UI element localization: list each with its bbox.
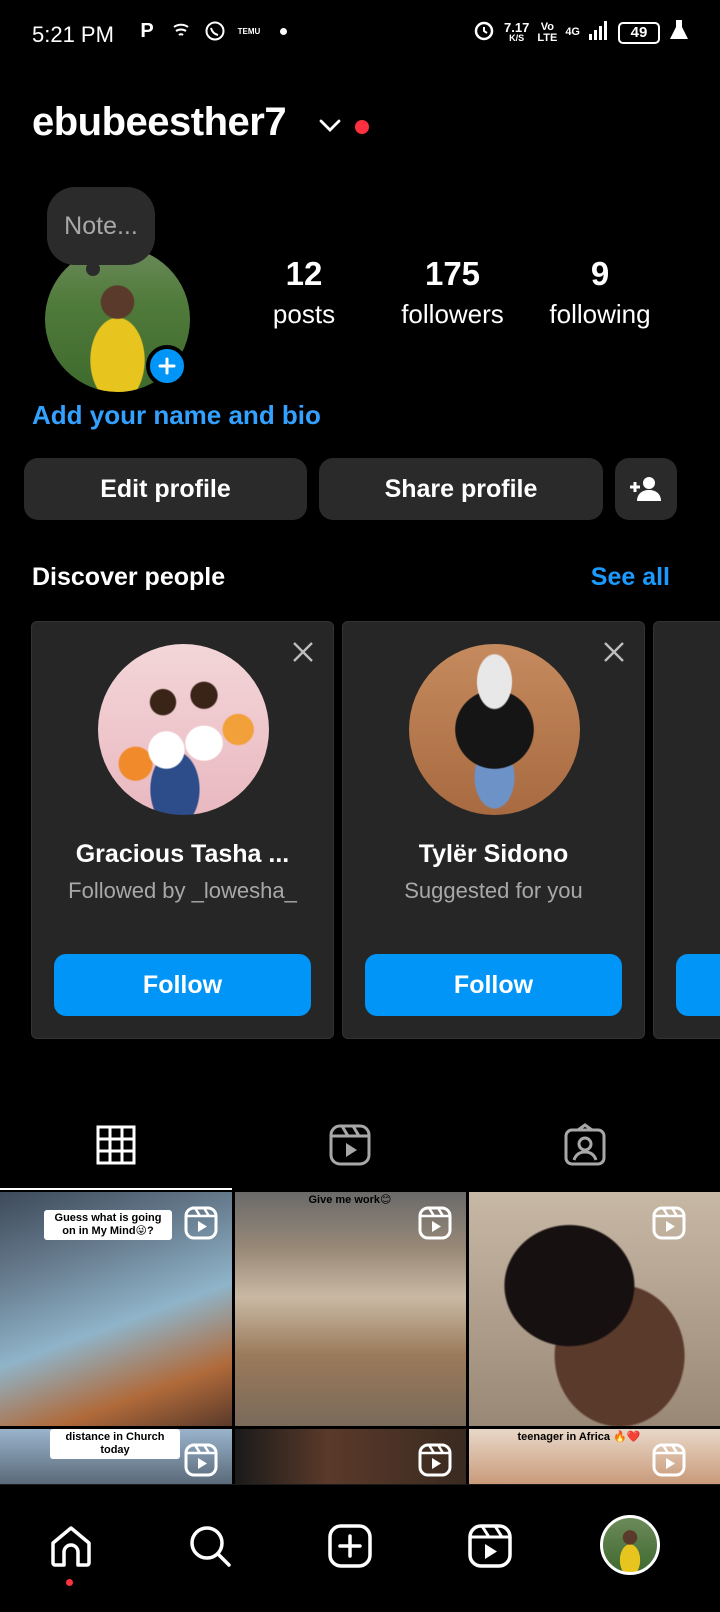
create-icon bbox=[328, 1524, 372, 1568]
alarm-icon bbox=[472, 18, 496, 47]
stat-posts[interactable]: 12 posts bbox=[263, 255, 345, 330]
whatsapp-icon bbox=[204, 20, 226, 42]
post-thumbnail[interactable] bbox=[469, 1192, 720, 1426]
tab-grid[interactable] bbox=[86, 1118, 146, 1172]
nav-search[interactable] bbox=[183, 1519, 237, 1573]
close-icon[interactable] bbox=[289, 638, 317, 666]
reels-icon bbox=[468, 1524, 512, 1568]
search-icon bbox=[190, 1526, 231, 1567]
post-caption: Guess what is going on in My Mind😜? bbox=[44, 1210, 172, 1240]
tab-tagged[interactable] bbox=[555, 1118, 615, 1172]
stat-following[interactable]: 9 following bbox=[540, 255, 660, 330]
stat-following-value: 9 bbox=[590, 255, 610, 292]
flask-icon bbox=[668, 18, 690, 47]
battery-indicator: 49 bbox=[618, 21, 660, 44]
discover-people-title: Discover people bbox=[32, 563, 226, 591]
network-speed: 7.17 K/S bbox=[504, 19, 530, 43]
reel-icon bbox=[418, 1206, 454, 1242]
notification-dot bbox=[355, 120, 369, 134]
post-thumbnail[interactable]: Guess what is going on in My Mind😜? bbox=[0, 1192, 232, 1426]
see-all-link[interactable]: See all bbox=[591, 563, 670, 592]
active-tab-indicator bbox=[0, 1188, 232, 1190]
post-caption: Give me work😊 bbox=[308, 1194, 392, 1206]
status-time: 5:21 PM bbox=[32, 22, 114, 47]
suggestion-name[interactable]: Gracious Tasha ... bbox=[32, 840, 333, 869]
reel-icon bbox=[184, 1443, 220, 1479]
home-icon bbox=[51, 1526, 91, 1567]
status-notification-icons: P TEMU bbox=[136, 20, 294, 42]
suggestion-name[interactable]: Tylër Sidono bbox=[343, 840, 644, 869]
chevron-down-icon[interactable] bbox=[318, 116, 342, 139]
follow-button[interactable]: Follow bbox=[54, 954, 311, 1016]
add-story-button[interactable] bbox=[146, 345, 188, 387]
reel-icon bbox=[418, 1443, 454, 1479]
grid-icon bbox=[96, 1125, 136, 1165]
suggestion-subtitle: Followed by _lowesha_ bbox=[68, 878, 297, 903]
nav-reels[interactable] bbox=[463, 1519, 517, 1573]
reel-icon bbox=[652, 1206, 688, 1242]
dot-icon bbox=[272, 20, 294, 42]
note-bubble[interactable]: Note... bbox=[47, 187, 155, 265]
post-thumbnail[interactable]: Give me work😊 bbox=[235, 1192, 466, 1426]
follow-button[interactable] bbox=[676, 954, 720, 1016]
signal-app-icon bbox=[170, 20, 192, 42]
post-caption: distance in Church today bbox=[50, 1429, 180, 1459]
edit-profile-button[interactable]: Edit profile bbox=[24, 458, 307, 520]
reel-icon bbox=[652, 1443, 688, 1479]
signal-bars-icon bbox=[588, 19, 610, 46]
stat-posts-label: posts bbox=[272, 299, 336, 329]
share-profile-button[interactable]: Share profile bbox=[319, 458, 603, 520]
suggestion-card-partial[interactable] bbox=[653, 621, 720, 1039]
nav-create[interactable] bbox=[323, 1519, 377, 1573]
add-person-icon bbox=[630, 477, 661, 501]
stat-posts-value: 12 bbox=[285, 255, 323, 292]
volte-indicator: Vo LTE bbox=[537, 20, 558, 44]
suggestion-subtitle: Suggested for you bbox=[404, 878, 583, 903]
reels-icon bbox=[329, 1124, 371, 1166]
suggestion-avatar[interactable] bbox=[98, 644, 269, 815]
temu-icon: TEMU bbox=[237, 26, 261, 36]
tagged-icon bbox=[564, 1123, 606, 1166]
nav-home[interactable] bbox=[44, 1519, 98, 1573]
home-notification-dot bbox=[66, 1579, 73, 1586]
profile-username[interactable]: ebubeesther7 bbox=[32, 100, 287, 145]
stat-followers-label: followers bbox=[401, 299, 504, 329]
stat-followers-value: 175 bbox=[424, 255, 481, 292]
bottom-navigation bbox=[0, 1484, 720, 1612]
post-thumbnail[interactable]: distance in Church today bbox=[0, 1429, 232, 1484]
tab-reels[interactable] bbox=[320, 1118, 380, 1172]
network-type: 4G bbox=[565, 26, 580, 38]
post-caption: teenager in Africa 🔥❤️ bbox=[517, 1431, 641, 1443]
suggestion-card[interactable]: Tylër Sidono Suggested for you Follow bbox=[342, 621, 645, 1039]
stat-following-label: following bbox=[549, 299, 651, 329]
p-icon: P bbox=[140, 19, 154, 42]
plus-icon bbox=[158, 357, 176, 375]
add-bio-link[interactable]: Add your name and bio bbox=[32, 400, 321, 431]
stat-followers[interactable]: 175 followers bbox=[390, 255, 515, 330]
follow-button[interactable]: Follow bbox=[365, 954, 622, 1016]
suggestion-card[interactable]: Gracious Tasha ... Followed by _lowesha_… bbox=[31, 621, 334, 1039]
status-system-icons: 7.17 K/S Vo LTE 4G 49 bbox=[472, 18, 690, 47]
post-thumbnail[interactable]: teenager in Africa 🔥❤️ bbox=[469, 1429, 720, 1484]
suggestion-avatar[interactable] bbox=[409, 644, 580, 815]
close-icon[interactable] bbox=[600, 638, 628, 666]
nav-profile-avatar[interactable] bbox=[600, 1515, 660, 1575]
reel-icon bbox=[184, 1206, 220, 1242]
discover-people-button[interactable] bbox=[615, 458, 677, 520]
post-thumbnail[interactable] bbox=[235, 1429, 466, 1484]
